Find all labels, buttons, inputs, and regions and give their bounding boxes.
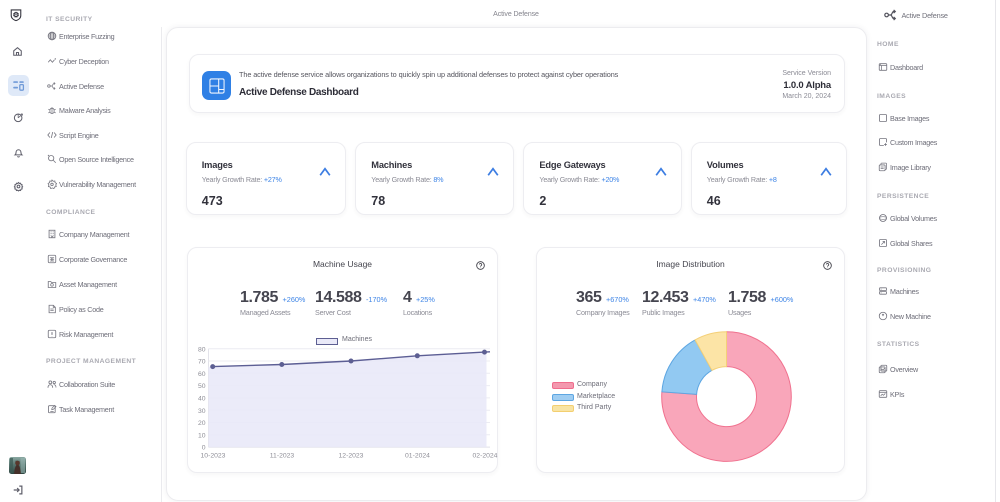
svg-text:80: 80 <box>198 346 206 353</box>
svg-text:40: 40 <box>198 396 206 403</box>
svg-text:20: 20 <box>198 420 206 427</box>
svg-text:10-2023: 10-2023 <box>201 453 226 460</box>
svg-text:12-2023: 12-2023 <box>339 453 364 460</box>
svg-text:50: 50 <box>198 383 206 390</box>
svg-text:10: 10 <box>198 432 206 439</box>
svg-text:11-2023: 11-2023 <box>270 453 295 460</box>
svg-text:70: 70 <box>198 359 206 366</box>
svg-text:60: 60 <box>198 371 206 378</box>
svg-text:01-2024: 01-2024 <box>405 453 430 460</box>
svg-text:02-2024: 02-2024 <box>473 453 498 460</box>
svg-text:30: 30 <box>198 408 206 415</box>
svg-text:0: 0 <box>202 445 206 452</box>
